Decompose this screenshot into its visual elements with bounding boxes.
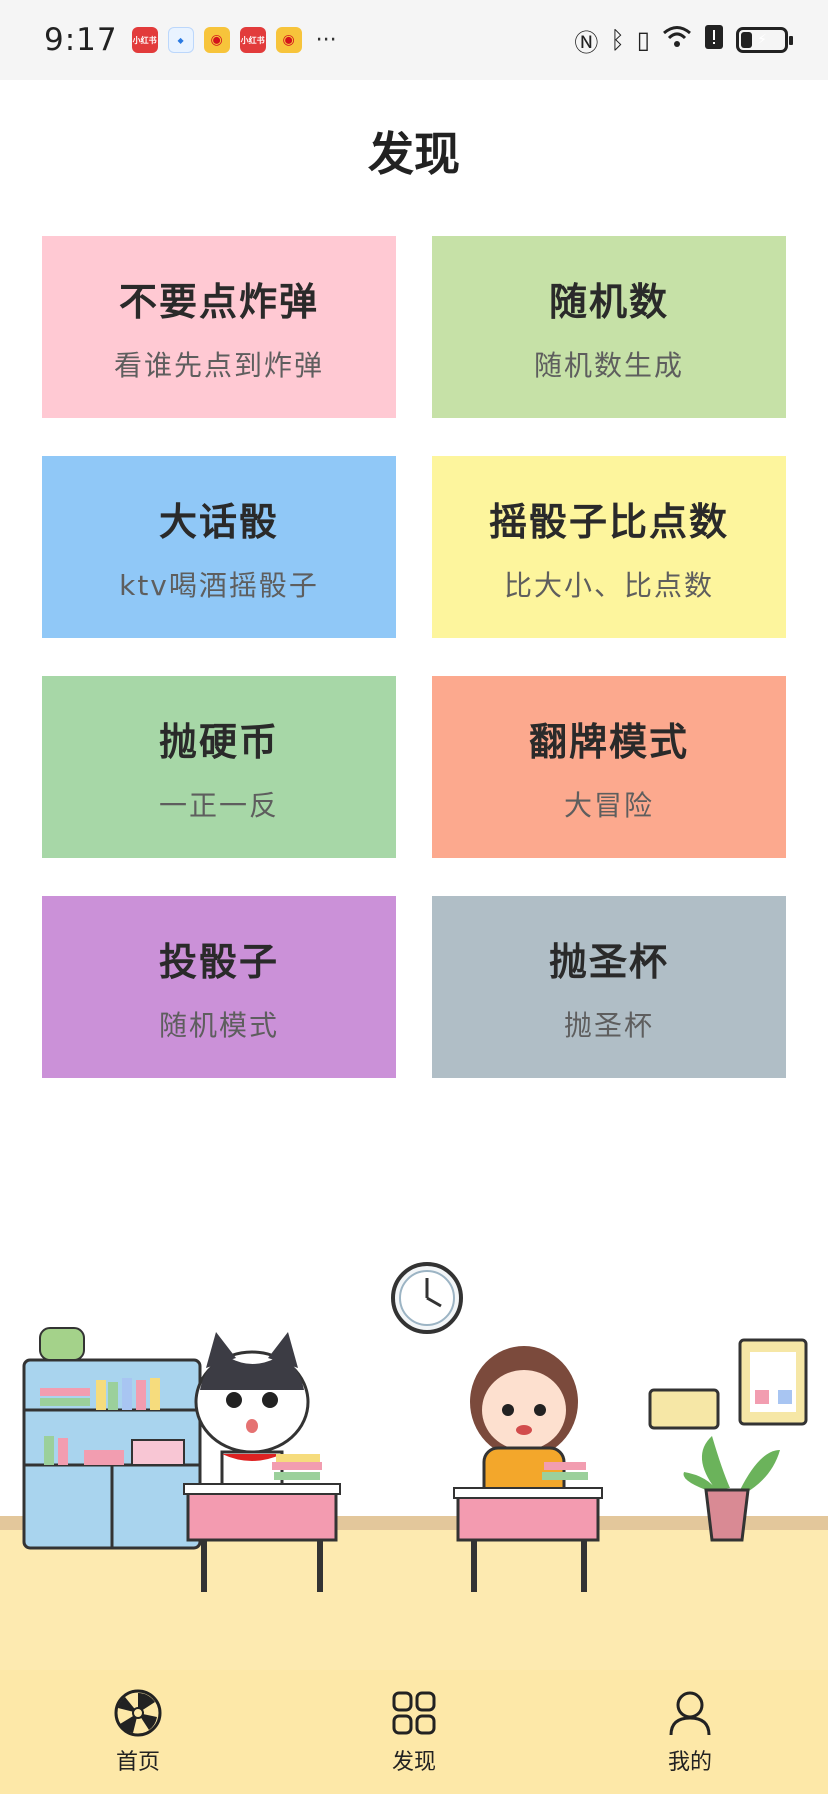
card-subtitle: ktv喝酒摇骰子 bbox=[119, 568, 319, 602]
card-liars-dice[interactable]: 大话骰 ktv喝酒摇骰子 bbox=[42, 456, 396, 638]
nav-me[interactable]: 我的 bbox=[610, 1688, 770, 1776]
nav-label: 发现 bbox=[391, 1750, 436, 1775]
nav-label: 我的 bbox=[667, 1750, 712, 1775]
card-dice-compare[interactable]: 摇骰子比点数 比大小、比点数 bbox=[432, 456, 786, 638]
system-icons: Ⓝ ᛒ ▯ ⚡ bbox=[574, 23, 793, 58]
nav-home[interactable]: 首页 bbox=[58, 1688, 218, 1776]
vibrate-icon: ▯ bbox=[636, 26, 650, 54]
card-title: 随机数 bbox=[548, 279, 669, 324]
card-subtitle: 抛圣杯 bbox=[563, 1008, 654, 1042]
card-subtitle: 随机数生成 bbox=[533, 348, 684, 382]
card-title: 大话骰 bbox=[158, 499, 279, 544]
girl-character bbox=[470, 1346, 578, 1506]
status-time: 9:17 bbox=[44, 22, 118, 58]
nfc-icon: Ⓝ bbox=[574, 28, 599, 57]
more-notifications-icon: ··· bbox=[315, 27, 337, 53]
feature-grid: 不要点炸弹 看谁先点到炸弹 随机数 随机数生成 大话骰 ktv喝酒摇骰子 摇骰子… bbox=[42, 236, 786, 1078]
weibo-icon: ◉ bbox=[275, 27, 302, 53]
card-subtitle: 看谁先点到炸弹 bbox=[113, 348, 324, 382]
wheel-icon bbox=[114, 1689, 162, 1737]
xiaohongshu-icon: 小红书 bbox=[131, 27, 158, 53]
card-coin-flip[interactable]: 抛硬币 一正一反 bbox=[42, 676, 396, 858]
alert-icon bbox=[704, 24, 724, 56]
card-subtitle: 一正一反 bbox=[158, 788, 279, 822]
classroom-illustration bbox=[0, 1240, 828, 1670]
card-title: 抛圣杯 bbox=[548, 939, 669, 984]
card-title: 抛硬币 bbox=[158, 719, 279, 764]
card-bomb[interactable]: 不要点炸弹 看谁先点到炸弹 bbox=[42, 236, 396, 418]
card-title: 投骰子 bbox=[158, 939, 279, 984]
card-holy-cup[interactable]: 抛圣杯 抛圣杯 bbox=[432, 896, 786, 1078]
card-flip-card[interactable]: 翻牌模式 大冒险 bbox=[432, 676, 786, 858]
card-subtitle: 比大小、比点数 bbox=[503, 568, 714, 602]
page-title: 发现 bbox=[368, 127, 460, 181]
nav-label: 首页 bbox=[115, 1750, 160, 1775]
wall-decor bbox=[648, 1338, 808, 1430]
baidu-netdisk-icon: ◆ bbox=[167, 27, 194, 53]
xiaohongshu-icon: 小红书 bbox=[239, 27, 266, 53]
nav-discover[interactable]: 发现 bbox=[334, 1688, 494, 1776]
card-title: 不要点炸弹 bbox=[118, 279, 319, 324]
card-subtitle: 大冒险 bbox=[563, 788, 654, 822]
status-bar: 9:17 小红书 ◆ ◉ 小红书 ◉ ··· Ⓝ ᛒ ▯ ⚡ bbox=[0, 0, 828, 80]
card-random-number[interactable]: 随机数 随机数生成 bbox=[432, 236, 786, 418]
clock-icon bbox=[391, 1262, 463, 1334]
bottom-nav: 首页 发现 我的 bbox=[0, 1670, 828, 1794]
user-icon bbox=[669, 1691, 711, 1736]
notification-icons: 小红书 ◆ ◉ 小红书 ◉ ··· bbox=[131, 27, 337, 53]
grid-icon bbox=[392, 1691, 436, 1735]
battery-icon: ⚡ bbox=[736, 27, 793, 53]
card-roll-dice[interactable]: 投骰子 随机模式 bbox=[42, 896, 396, 1078]
bookshelf bbox=[22, 1327, 202, 1550]
card-subtitle: 随机模式 bbox=[158, 1008, 279, 1042]
card-title: 翻牌模式 bbox=[528, 719, 689, 764]
wifi-icon bbox=[662, 25, 692, 55]
bluetooth-icon: ᛒ bbox=[610, 26, 625, 54]
card-title: 摇骰子比点数 bbox=[488, 499, 729, 544]
weibo-icon: ◉ bbox=[203, 27, 230, 53]
